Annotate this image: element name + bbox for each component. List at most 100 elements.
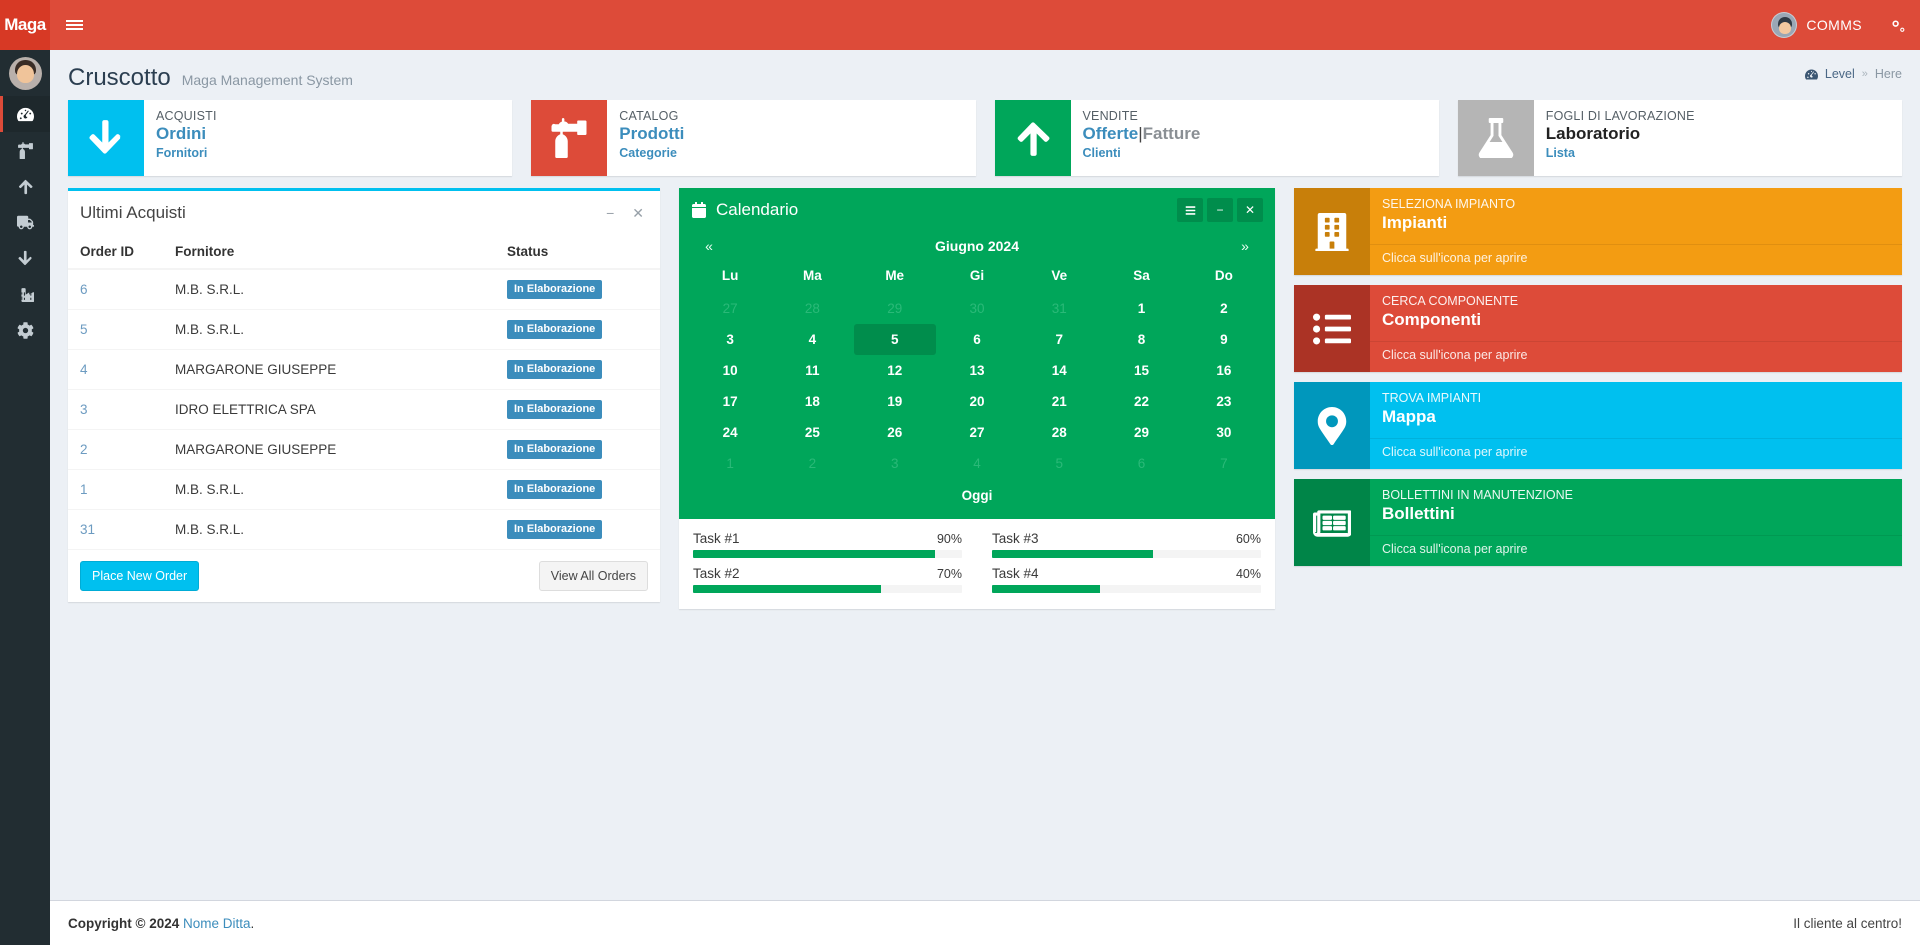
- sidebar-item-shipping[interactable]: [0, 204, 50, 240]
- place-new-order-button[interactable]: Place New Order: [80, 561, 200, 591]
- shortcut-box-bollettini[interactable]: BOLLETTINI IN MANUTENZIONE Bollettini Clic…: [1294, 479, 1902, 566]
- calendar-day[interactable]: 18: [771, 386, 853, 417]
- calendar-day[interactable]: 6: [936, 324, 1018, 355]
- calendar-day[interactable]: 29: [1100, 417, 1182, 448]
- calendar-day[interactable]: 5: [1018, 448, 1100, 479]
- table-row[interactable]: 1 M.B. S.R.L. In Elaborazione: [68, 469, 660, 510]
- shortcut-icon-button[interactable]: [1294, 188, 1370, 275]
- calendar-day[interactable]: 14: [1018, 355, 1100, 386]
- table-row[interactable]: 2 MARGARONE GIUSEPPE In Elaborazione: [68, 429, 660, 470]
- calendar-day[interactable]: 6: [1100, 448, 1182, 479]
- sidebar-item-reports[interactable]: [0, 276, 50, 312]
- cell-order-id[interactable]: 4: [68, 349, 163, 390]
- user-menu-button[interactable]: COMMS: [1759, 0, 1874, 50]
- shortcut-box-componenti[interactable]: CERCA COMPONENTE Componenti Clicca sull'ic…: [1294, 285, 1902, 372]
- calendar-day[interactable]: 7: [1018, 324, 1100, 355]
- sidebar-item-sales[interactable]: [0, 168, 50, 204]
- cell-order-id[interactable]: 6: [68, 268, 163, 310]
- calendar-day[interactable]: 30: [1183, 417, 1265, 448]
- calendar-day[interactable]: 4: [936, 448, 1018, 479]
- calendar-prev-button[interactable]: «: [697, 238, 721, 254]
- table-row[interactable]: 4 MARGARONE GIUSEPPE In Elaborazione: [68, 349, 660, 390]
- cell-order-id[interactable]: 1: [68, 469, 163, 510]
- cell-order-id[interactable]: 31: [68, 509, 163, 549]
- calendar-day[interactable]: 29: [854, 293, 936, 324]
- sidebar-item-purchases[interactable]: [0, 240, 50, 276]
- calendar-day[interactable]: 22: [1100, 386, 1182, 417]
- calendar-day[interactable]: 21: [1018, 386, 1100, 417]
- table-row[interactable]: 5 M.B. S.R.L. In Elaborazione: [68, 309, 660, 350]
- shortcut-box-impianti[interactable]: SELEZIONA IMPIANTO Impianti Clicca sull'ic…: [1294, 188, 1902, 275]
- calendar-day[interactable]: 1: [689, 448, 771, 479]
- brand-logo[interactable]: Maga: [0, 0, 50, 50]
- calendar-day[interactable]: 27: [689, 293, 771, 324]
- calendar-day[interactable]: 7: [1183, 448, 1265, 479]
- calendar-day[interactable]: 28: [1018, 417, 1100, 448]
- footer-company-link[interactable]: Nome Ditta: [183, 916, 251, 931]
- infobox-vendite[interactable]: VENDITE Offerte|Fatture Clienti: [994, 100, 1439, 176]
- infobox-main-link[interactable]: Ordini: [156, 123, 217, 145]
- breadcrumb-level[interactable]: Level: [1825, 67, 1855, 81]
- calendar-day[interactable]: 1: [1100, 293, 1182, 324]
- close-button[interactable]: ✕: [628, 204, 648, 222]
- calendar-day[interactable]: 26: [854, 417, 936, 448]
- cell-order-id[interactable]: 5: [68, 309, 163, 350]
- calendar-day[interactable]: 2: [1183, 293, 1265, 324]
- calendar-day[interactable]: 15: [1100, 355, 1182, 386]
- infobox-main-link[interactable]: Offerte: [1083, 124, 1139, 143]
- shortcut-icon-button[interactable]: [1294, 382, 1370, 469]
- calendar-day[interactable]: 10: [689, 355, 771, 386]
- infobox-sub-link[interactable]: Fornitori: [156, 145, 217, 161]
- calendar-close-button[interactable]: ✕: [1237, 198, 1263, 222]
- calendar-day[interactable]: 24: [689, 417, 771, 448]
- calendar-day[interactable]: 19: [854, 386, 936, 417]
- table-row[interactable]: 3 IDRO ELETTRICA SPA In Elaborazione: [68, 389, 660, 430]
- infobox-main-secondary-link[interactable]: Fatture: [1143, 124, 1201, 143]
- calendar-collapse-button[interactable]: −: [1207, 198, 1233, 222]
- collapse-button[interactable]: −: [602, 204, 618, 222]
- calendar-day[interactable]: 30: [936, 293, 1018, 324]
- cell-order-id[interactable]: 3: [68, 389, 163, 430]
- calendar-day[interactable]: 4: [771, 324, 853, 355]
- table-row[interactable]: 31 M.B. S.R.L. In Elaborazione: [68, 509, 660, 549]
- shortcut-icon-button[interactable]: [1294, 479, 1370, 566]
- calendar-day[interactable]: 31: [1018, 293, 1100, 324]
- calendar-day-today[interactable]: 5: [853, 324, 936, 355]
- calendar-today-button[interactable]: Oggi: [689, 479, 1265, 513]
- calendar-day[interactable]: 3: [689, 324, 771, 355]
- view-all-orders-button[interactable]: View All Orders: [538, 561, 648, 591]
- calendar-day[interactable]: 9: [1183, 324, 1265, 355]
- table-row[interactable]: 6 M.B. S.R.L. In Elaborazione: [68, 268, 660, 310]
- calendar-menu-button[interactable]: [1177, 198, 1203, 222]
- calendar-day[interactable]: 13: [936, 355, 1018, 386]
- sidebar-toggle-button[interactable]: [50, 0, 98, 50]
- calendar-day[interactable]: 28: [771, 293, 853, 324]
- settings-button[interactable]: [1874, 0, 1920, 50]
- infobox-acquisti[interactable]: ACQUISTI Ordini Fornitori: [68, 100, 513, 176]
- calendar-day[interactable]: 8: [1100, 324, 1182, 355]
- calendar-day[interactable]: 25: [771, 417, 853, 448]
- calendar-day[interactable]: 3: [854, 448, 936, 479]
- infobox-sub-link[interactable]: Clienti: [1083, 145, 1201, 161]
- shortcut-icon-button[interactable]: [1294, 285, 1370, 372]
- calendar-day[interactable]: 11: [771, 355, 853, 386]
- sidebar-item-dashboard[interactable]: [0, 96, 50, 132]
- shortcut-box-mappa[interactable]: TROVA IMPIANTI Mappa Clicca sull'icona per…: [1294, 382, 1902, 469]
- infobox-sub-link[interactable]: Categorie: [619, 145, 684, 161]
- infobox-sub-link[interactable]: Lista: [1546, 145, 1695, 161]
- sidebar-item-catalog[interactable]: [0, 132, 50, 168]
- calendar-day[interactable]: 20: [936, 386, 1018, 417]
- cell-order-id[interactable]: 2: [68, 429, 163, 470]
- calendar-day[interactable]: 2: [771, 448, 853, 479]
- infobox-fogli-lavorazione[interactable]: FOGLI DI LAVORAZIONE Laboratorio Lista: [1457, 100, 1902, 176]
- calendar-next-button[interactable]: »: [1233, 238, 1257, 254]
- calendar-day[interactable]: 23: [1183, 386, 1265, 417]
- calendar-day[interactable]: 17: [689, 386, 771, 417]
- sidebar-avatar[interactable]: [0, 50, 50, 96]
- infobox-catalog[interactable]: CATALOG Prodotti Categorie: [531, 100, 976, 176]
- calendar-day[interactable]: 12: [854, 355, 936, 386]
- sidebar-item-settings[interactable]: [0, 312, 50, 348]
- calendar-day[interactable]: 27: [936, 417, 1018, 448]
- infobox-main-link[interactable]: Prodotti: [619, 123, 684, 145]
- calendar-day[interactable]: 16: [1183, 355, 1265, 386]
